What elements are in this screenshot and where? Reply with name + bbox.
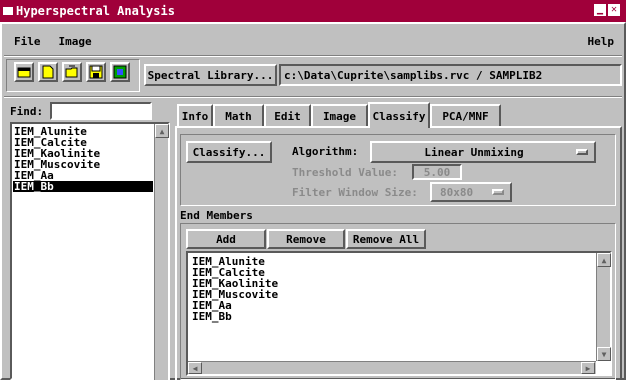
minimize-button[interactable]: ▁ xyxy=(594,4,606,16)
tab-info[interactable]: Info xyxy=(177,104,213,126)
scroll-right-arrow-icon[interactable]: ▶ xyxy=(581,362,595,374)
tab-image[interactable]: Image xyxy=(311,104,368,126)
menu-help[interactable]: Help xyxy=(588,35,615,48)
toolbar-divider xyxy=(4,96,622,98)
tab-math[interactable]: Math xyxy=(213,104,264,126)
spectral-library-button[interactable]: Spectral Library... xyxy=(144,64,277,86)
tab-pca-mnf[interactable]: PCA/MNF xyxy=(430,104,501,126)
library-path-field[interactable]: c:\Data\Cuprite\samplibs.rvc / SAMPLIB2 xyxy=(279,64,622,86)
new-icon[interactable] xyxy=(38,62,58,82)
threshold-label: Threshold Value: xyxy=(292,166,398,179)
save-icon[interactable] xyxy=(86,62,106,82)
remove-all-end-members-button[interactable]: Remove All xyxy=(346,229,426,249)
chevron-down-icon xyxy=(576,149,588,155)
close-button[interactable]: ✕ xyxy=(608,4,620,16)
end-members-hscrollbar[interactable]: ◀ ▶ xyxy=(188,361,596,374)
title-bar: Hyperspectral Analysis ▁ ✕ xyxy=(0,0,626,22)
open-icon[interactable] xyxy=(14,62,34,82)
add-end-member-button[interactable]: Add xyxy=(186,229,266,249)
end-member-item[interactable]: IEM_Aa xyxy=(191,300,591,311)
algorithm-label: Algorithm: xyxy=(292,145,359,158)
tab-classify[interactable]: Classify xyxy=(368,102,430,128)
filter-window-dropdown[interactable]: 80x80 xyxy=(430,182,512,202)
algorithm-value: Linear Unmixing xyxy=(424,145,524,159)
members-list[interactable]: IEM_Alunite IEM_Calcite IEM_Kaolinite IEM_M… xyxy=(10,122,170,380)
threshold-input[interactable]: 5.00 xyxy=(412,164,462,180)
algorithm-dropdown[interactable]: Linear Unmixing xyxy=(370,141,596,163)
scroll-up-arrow-icon[interactable]: ▲ xyxy=(155,124,169,138)
menu-divider xyxy=(4,55,622,57)
scroll-left-arrow-icon[interactable]: ◀ xyxy=(188,362,202,374)
end-members-list[interactable]: IEM_Alunite IEM_Calcite IEM_Kaolinite IEM_M… xyxy=(186,251,612,376)
open-folder-icon[interactable] xyxy=(62,62,82,82)
classify-button[interactable]: Classify... xyxy=(186,141,272,163)
window-title: Hyperspectral Analysis xyxy=(16,4,175,18)
filter-window-label: Filter Window Size: xyxy=(292,186,418,199)
scroll-down-arrow-icon[interactable]: ▼ xyxy=(597,347,611,361)
menu-image[interactable]: Image xyxy=(59,35,92,48)
menu-bar: File Image Help xyxy=(4,30,622,52)
find-label: Find: xyxy=(10,105,44,118)
end-member-item[interactable]: IEM_Bb xyxy=(191,311,591,322)
tab-edit[interactable]: Edit xyxy=(264,104,311,126)
members-list-scrollbar[interactable]: ▲ xyxy=(154,124,169,380)
find-input[interactable] xyxy=(50,102,152,120)
remove-end-member-button[interactable]: Remove xyxy=(267,229,345,249)
end-member-item[interactable]: IEM_Muscovite xyxy=(191,289,591,300)
image-icon[interactable] xyxy=(110,62,130,82)
chevron-down-icon xyxy=(492,189,504,195)
menu-file[interactable]: File xyxy=(14,35,41,48)
end-members-label: End Members xyxy=(180,209,253,222)
scroll-up-arrow-icon[interactable]: ▲ xyxy=(597,253,611,267)
system-menu-icon[interactable] xyxy=(3,7,13,15)
list-item[interactable]: IEM_Bb xyxy=(13,181,153,192)
filter-window-value: 80x80 xyxy=(440,185,474,199)
end-members-vscrollbar[interactable]: ▲ ▼ xyxy=(596,253,611,361)
